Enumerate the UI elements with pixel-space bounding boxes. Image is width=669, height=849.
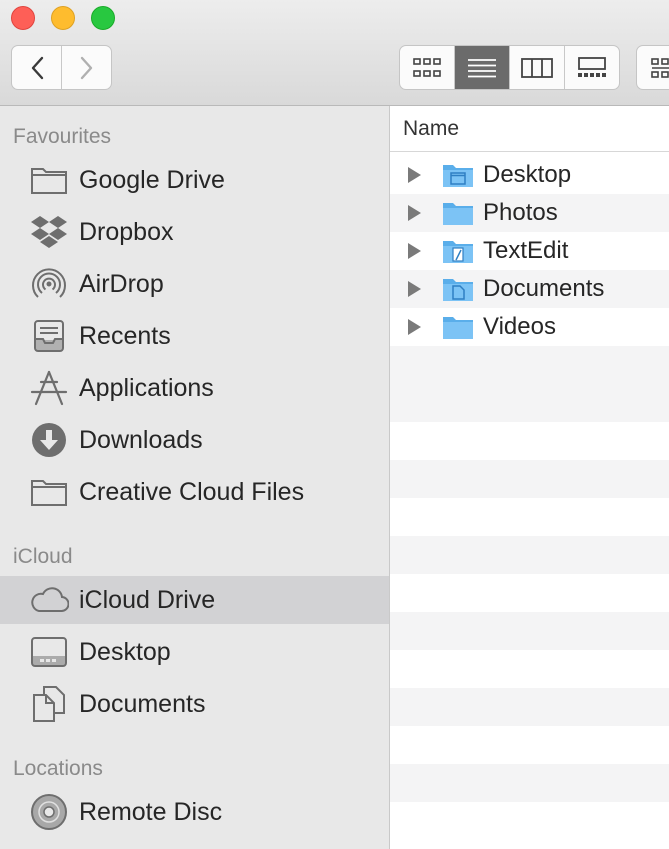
folder-icon: [442, 199, 474, 232]
empty-row: [390, 384, 669, 422]
sidebar-item-google-drive[interactable]: Google Drive: [0, 156, 389, 204]
title-bar: [0, 0, 669, 106]
sidebar-item-label: AirDrop: [79, 269, 164, 298]
recents-icon: [29, 316, 69, 356]
sidebar-item-label: Remote Disc: [79, 797, 223, 826]
desktop-folder-icon: [442, 161, 474, 194]
back-button[interactable]: [12, 46, 61, 89]
gallery-view-button[interactable]: [564, 46, 619, 89]
icon-view-button[interactable]: [400, 46, 454, 89]
disclosure-triangle-icon[interactable]: [408, 205, 421, 221]
sidebar-item-dropbox[interactable]: Dropbox: [0, 208, 389, 256]
zoom-window-button[interactable]: [91, 6, 115, 30]
icloud-icon: [29, 580, 69, 620]
group-by-button[interactable]: [636, 45, 669, 90]
navigation-buttons: [11, 45, 112, 90]
column-view-button[interactable]: [509, 46, 564, 89]
view-mode-selector: [399, 45, 620, 90]
empty-row: [390, 422, 669, 460]
disclosure-triangle-icon[interactable]: [408, 281, 421, 297]
gallery-view-icon: [578, 56, 606, 77]
empty-row: [390, 802, 669, 840]
sidebar-item-documents[interactable]: Documents: [0, 680, 389, 728]
sidebar-item-desktop[interactable]: Desktop: [0, 628, 389, 676]
sidebar-item-label: Downloads: [79, 425, 203, 454]
chevron-right-icon: [80, 56, 92, 79]
folder-icon: [29, 160, 69, 200]
close-window-button[interactable]: [11, 6, 35, 30]
column-view-icon: [521, 57, 553, 78]
folder-icon: [442, 313, 474, 346]
sidebar-item-label: Google Drive: [79, 165, 225, 194]
sidebar-item-label: iCloud Drive: [79, 585, 216, 614]
favourites-section-title: Favourites: [13, 125, 112, 148]
list-item[interactable]: Desktop: [390, 156, 669, 194]
sidebar-item-label: Recents: [79, 321, 171, 350]
locations-section-title: Locations: [13, 757, 103, 780]
empty-row: [390, 688, 669, 726]
icon-view-icon: [413, 57, 441, 77]
list-item-label: Documents: [483, 275, 605, 302]
list-item[interactable]: TextEdit: [390, 232, 669, 270]
disclosure-triangle-icon[interactable]: [408, 319, 421, 335]
list-item[interactable]: Videos: [390, 308, 669, 346]
textedit-folder-icon: [442, 237, 474, 270]
empty-row: [390, 726, 669, 764]
icloud-section-title: iCloud: [13, 545, 73, 568]
empty-row: [390, 346, 669, 384]
sidebar-item-label: Creative Cloud Files: [79, 477, 305, 506]
documents-folder-icon: [442, 275, 474, 308]
sidebar-item-icloud-drive[interactable]: iCloud Drive: [0, 576, 389, 624]
list-item-label: Desktop: [483, 161, 572, 188]
file-list: Name Desktop Photos TextEdit Documents V…: [390, 106, 669, 849]
sidebar-item-label: Desktop: [79, 637, 171, 666]
list-view-icon: [468, 58, 496, 77]
sidebar-item-label: Documents: [79, 689, 206, 718]
list-item[interactable]: Documents: [390, 270, 669, 308]
folder-icon: [29, 472, 69, 512]
sidebar: Favourites Google Drive Dropbox AirDrop: [0, 106, 390, 849]
sidebar-item-downloads[interactable]: Downloads: [0, 416, 389, 464]
list-item-label: TextEdit: [483, 237, 569, 264]
list-item-label: Photos: [483, 199, 558, 226]
sidebar-item-recents[interactable]: Recents: [0, 312, 389, 360]
empty-row: [390, 498, 669, 536]
column-header-label: Name: [403, 117, 460, 140]
empty-row: [390, 764, 669, 802]
sidebar-item-label: Applications: [79, 373, 214, 402]
list-item[interactable]: Photos: [390, 194, 669, 232]
empty-row: [390, 650, 669, 688]
desktop-icon: [29, 632, 69, 672]
group-icon: [651, 57, 669, 78]
chevron-left-icon: [31, 56, 43, 79]
disclosure-triangle-icon[interactable]: [408, 243, 421, 259]
list-view-button[interactable]: [454, 46, 509, 89]
empty-row: [390, 574, 669, 612]
downloads-icon: [29, 420, 69, 460]
empty-row: [390, 536, 669, 574]
empty-row: [390, 612, 669, 650]
sidebar-item-applications[interactable]: Applications: [0, 364, 389, 412]
sidebar-item-creative-cloud-files[interactable]: Creative Cloud Files: [0, 468, 389, 516]
minimize-window-button[interactable]: [51, 6, 75, 30]
sidebar-item-remote-disc[interactable]: Remote Disc: [0, 788, 389, 836]
sidebar-item-label: Dropbox: [79, 217, 174, 246]
disclosure-triangle-icon[interactable]: [408, 167, 421, 183]
empty-row: [390, 460, 669, 498]
airdrop-icon: [29, 264, 69, 304]
documents-icon: [29, 684, 69, 724]
applications-icon: [29, 368, 69, 408]
disc-icon: [29, 792, 69, 832]
list-item-label: Videos: [483, 313, 556, 340]
sidebar-item-airdrop[interactable]: AirDrop: [0, 260, 389, 308]
column-header-name[interactable]: Name: [390, 106, 669, 152]
dropbox-icon: [29, 212, 69, 252]
forward-button[interactable]: [61, 46, 111, 89]
